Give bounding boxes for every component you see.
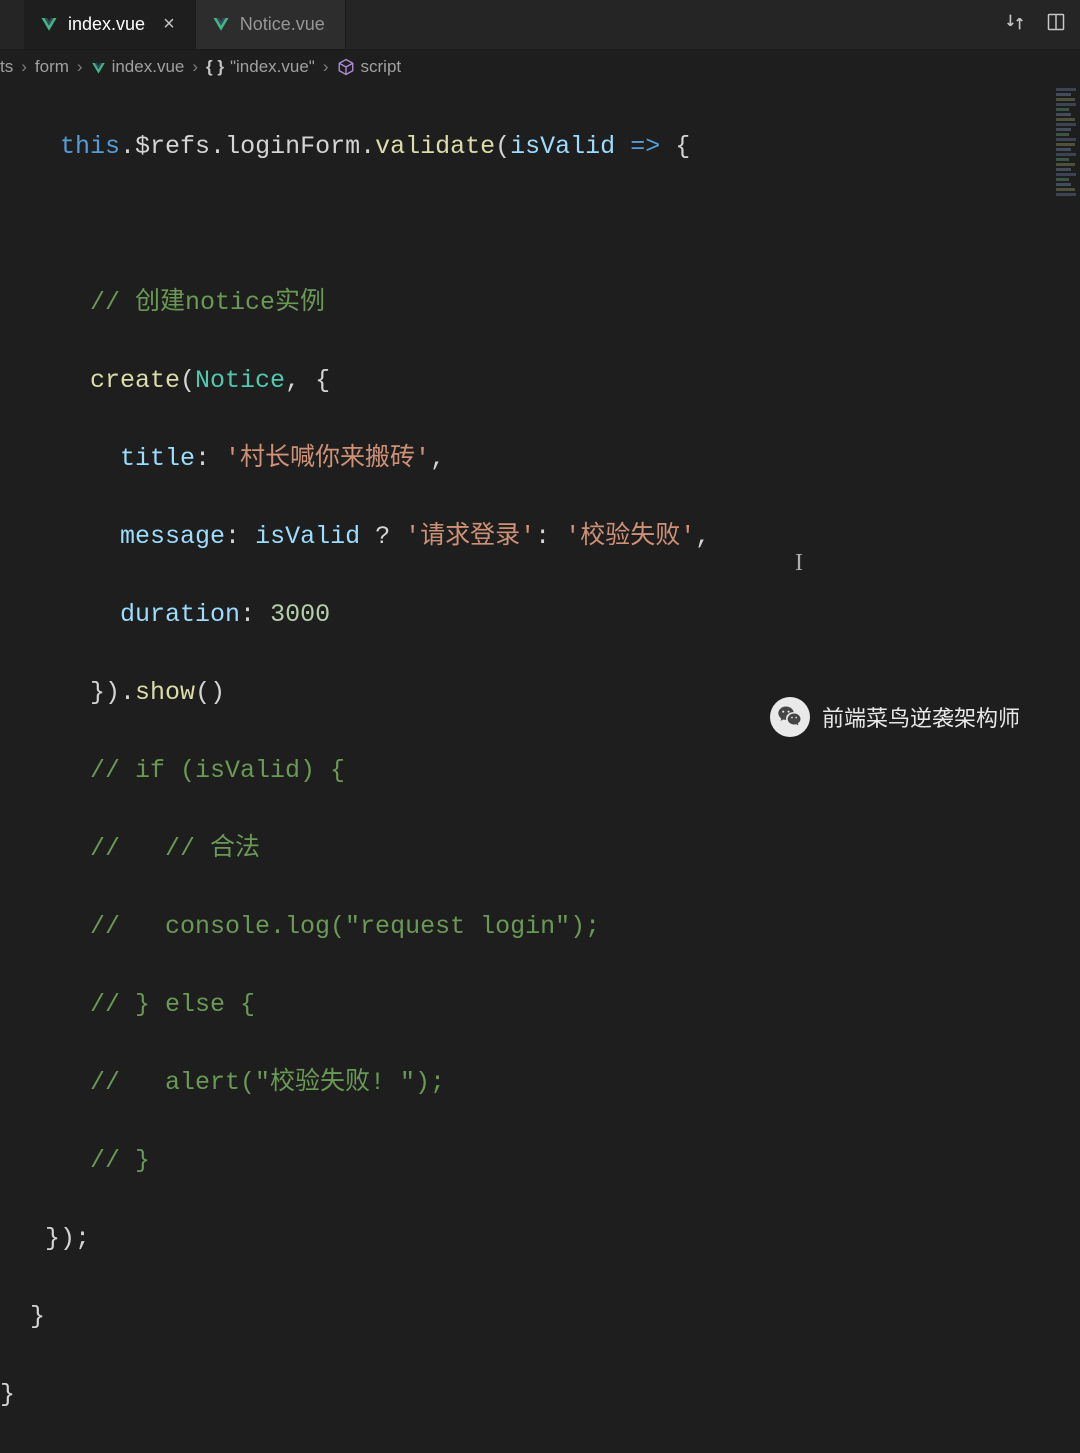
code-line: }); — [45, 1219, 1080, 1258]
cube-icon — [337, 58, 355, 76]
code-line: message: isValid ? '请求登录': '校验失败', — [60, 517, 1080, 556]
code-line — [60, 205, 1080, 244]
vue-icon — [212, 17, 230, 33]
crumb-file[interactable]: index.vue — [91, 57, 185, 77]
split-editor-icon[interactable] — [1046, 12, 1066, 37]
code-line: } — [30, 1297, 1080, 1336]
code-line: } — [0, 1375, 1080, 1414]
watermark: 前端菜鸟逆袭架构师 — [770, 697, 1020, 737]
tab-index-vue[interactable]: index.vue × — [24, 0, 196, 49]
vue-icon — [40, 17, 58, 33]
tab-label: Notice.vue — [240, 14, 325, 35]
chevron-right-icon: › — [190, 57, 200, 77]
code-line: this.$refs.loginForm.validate(isValid =>… — [60, 127, 1080, 166]
vue-icon — [91, 61, 106, 74]
code-line: // console.log("request login"); — [60, 907, 1080, 946]
text-cursor-icon: I — [795, 550, 803, 577]
watermark-text: 前端菜鸟逆袭架构师 — [822, 701, 1020, 733]
minimap[interactable] — [1056, 88, 1078, 288]
crumb-form[interactable]: form — [35, 57, 69, 77]
crumb-script[interactable]: script — [337, 57, 402, 77]
tabs-bar: index.vue × Notice.vue — [0, 0, 1080, 50]
wechat-icon — [770, 697, 810, 737]
code-line: // } else { — [60, 985, 1080, 1024]
chevron-right-icon: › — [321, 57, 331, 77]
crumb-symbol[interactable]: { } "index.vue" — [206, 57, 315, 77]
code-line: // } — [60, 1141, 1080, 1180]
code-line: // if (isValid) { — [60, 751, 1080, 790]
tab-list: index.vue × Notice.vue — [24, 0, 346, 49]
code-editor[interactable]: this.$refs.loginForm.validate(isValid =>… — [0, 84, 1080, 1453]
breadcrumb[interactable]: ts › form › index.vue › { } "index.vue" … — [0, 50, 1080, 84]
chevron-right-icon: › — [75, 57, 85, 77]
close-icon[interactable]: × — [159, 13, 179, 36]
chevron-right-icon: › — [19, 57, 29, 77]
tab-label: index.vue — [68, 14, 145, 35]
tab-notice-vue[interactable]: Notice.vue — [196, 0, 346, 49]
compare-icon[interactable] — [1004, 11, 1026, 38]
code-line: create(Notice, { — [60, 361, 1080, 400]
braces-icon: { } — [206, 57, 224, 77]
crumb-ts[interactable]: ts — [0, 57, 13, 77]
code-line: // 创建notice实例 — [60, 283, 1080, 322]
code-line: title: '村长喊你来搬砖', — [60, 439, 1080, 478]
code-line: // alert("校验失败! "); — [60, 1063, 1080, 1102]
tab-actions — [1004, 0, 1080, 49]
code-line: // // 合法 — [60, 829, 1080, 868]
code-line: duration: 3000 — [60, 595, 1080, 634]
